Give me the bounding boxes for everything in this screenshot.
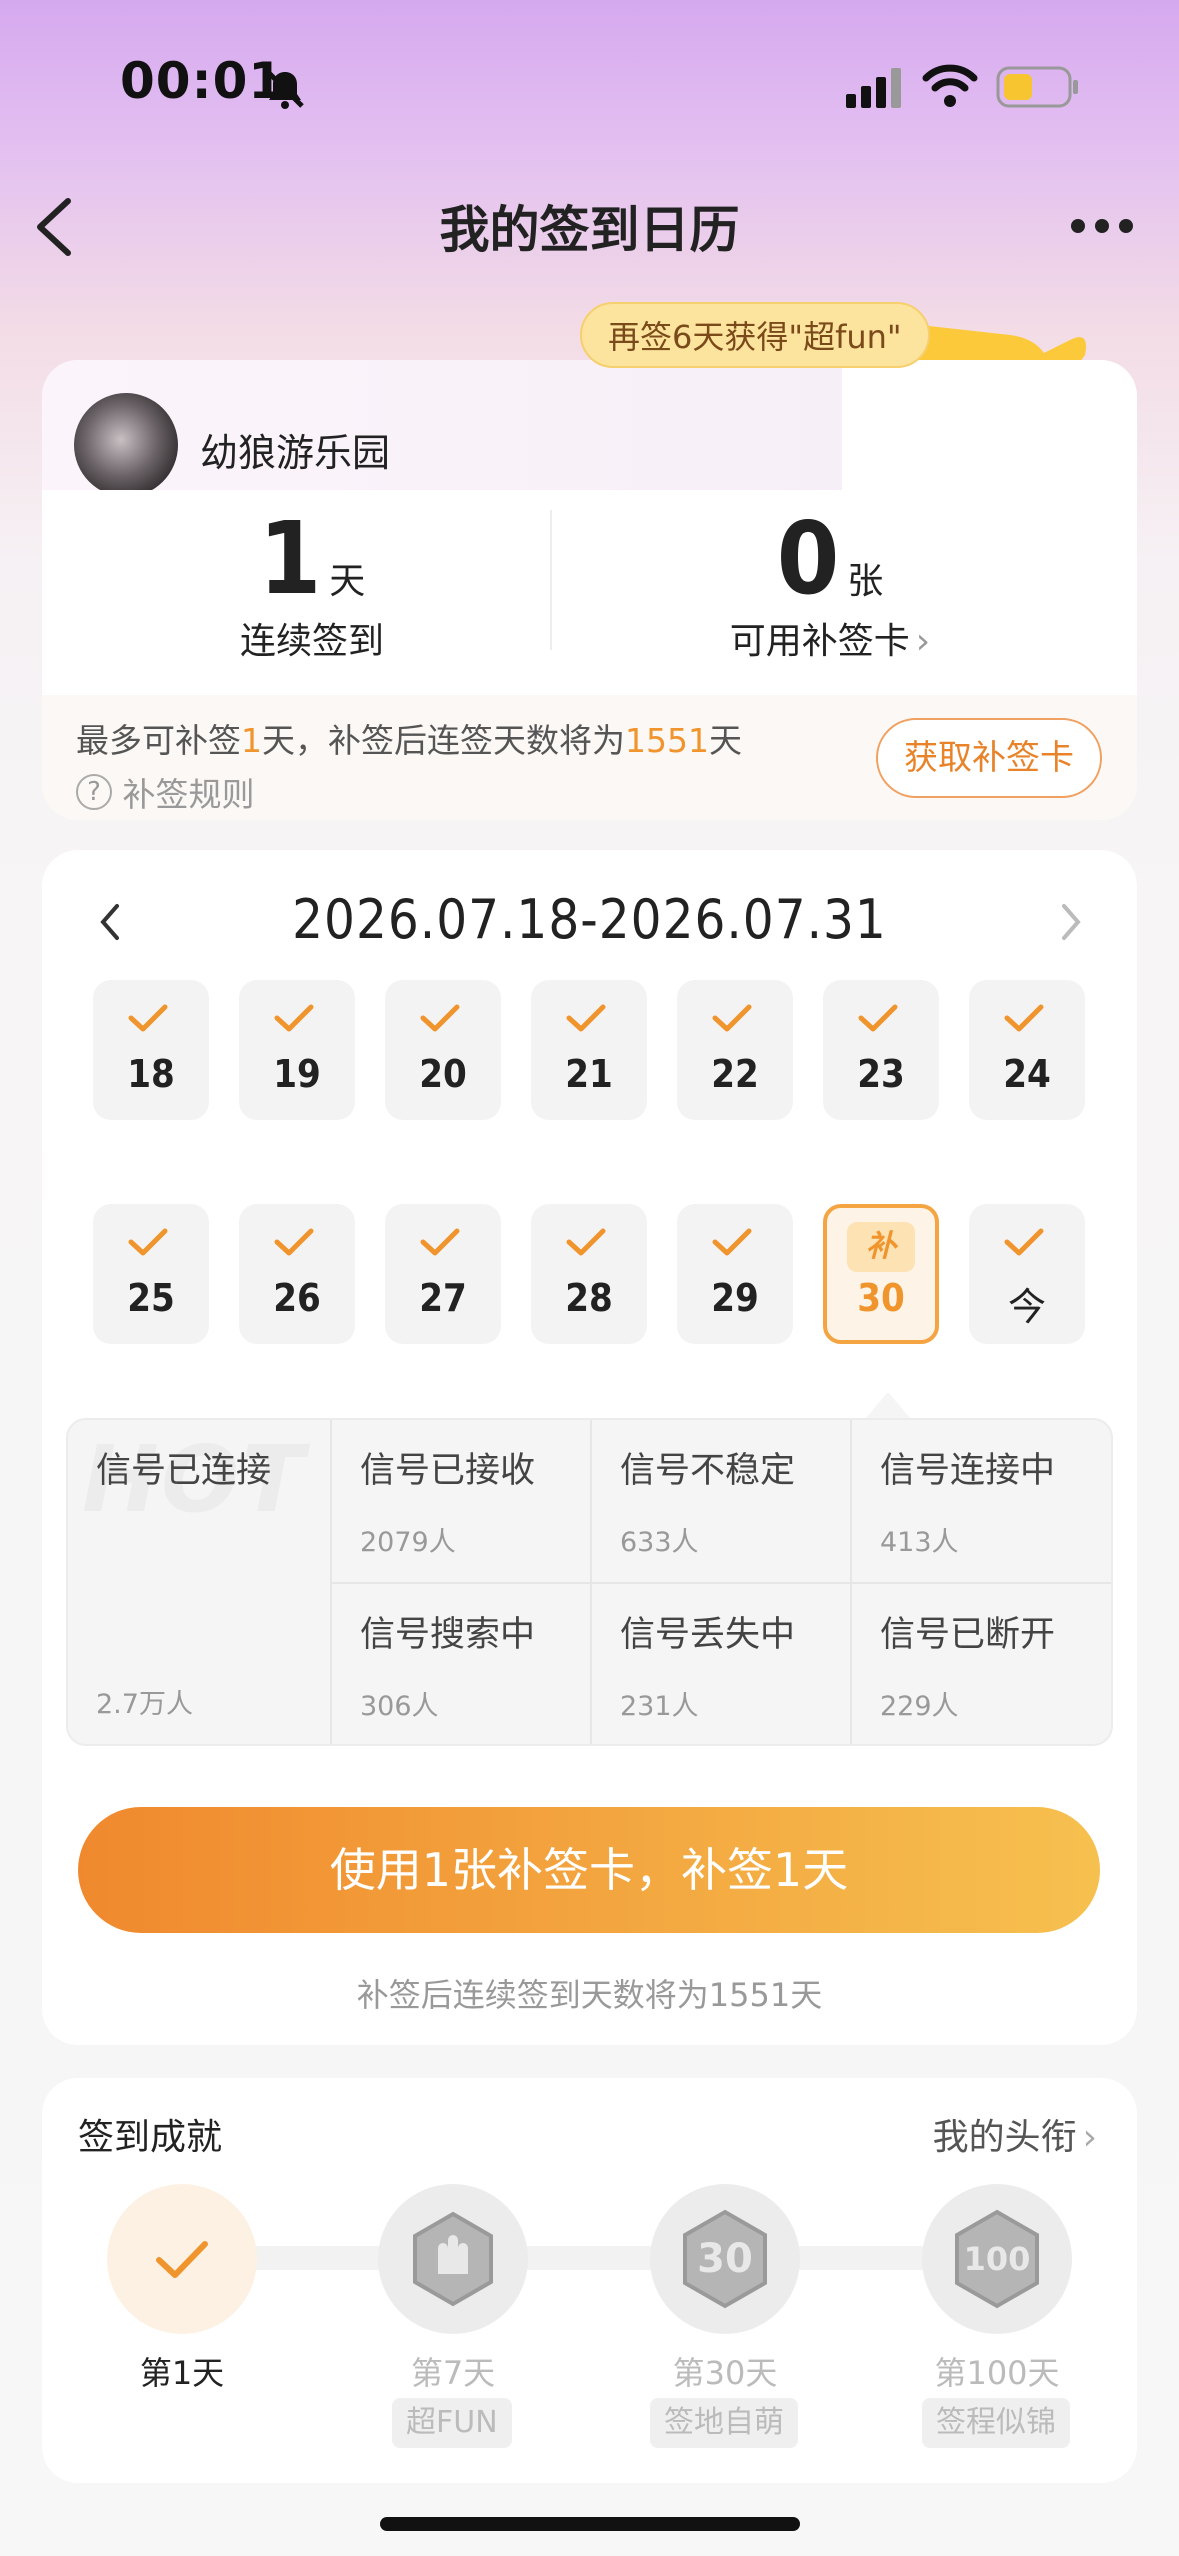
action-hint: 补签后连续签到天数将为1551天 xyxy=(356,1976,823,2014)
option[interactable]: 信号已断开 229人 xyxy=(852,1584,1111,1744)
day-cell[interactable]: 21 xyxy=(531,980,647,1120)
achievement-badge: 签地自萌 xyxy=(650,2398,798,2448)
chevron-right-icon: › xyxy=(1082,2117,1097,2158)
day-cell[interactable]: 29 xyxy=(677,1204,793,1344)
option[interactable]: 信号丢失中 231人 xyxy=(592,1584,852,1744)
day-cell[interactable]: 27 xyxy=(385,1204,501,1344)
achievement-label: 第100天 xyxy=(934,2354,1060,2392)
day-cell[interactable]: 18 xyxy=(93,980,209,1120)
achievement-label: 第1天 xyxy=(139,2354,225,2392)
check-icon xyxy=(858,1004,898,1032)
check-icon xyxy=(128,1004,168,1032)
progress-track xyxy=(180,2246,1000,2270)
check-icon xyxy=(128,1228,168,1256)
30-days-badge-icon: 30 xyxy=(683,2209,767,2309)
makeup-tag: 补 xyxy=(847,1222,915,1272)
check-icon xyxy=(1004,1228,1044,1256)
svg-text:100: 100 xyxy=(964,2240,1031,2278)
use-makeup-card-button[interactable]: 使用1张补签卡，补签1天 xyxy=(78,1807,1100,1933)
day-cell[interactable]: 25 xyxy=(93,1204,209,1344)
day-cell[interactable]: 19 xyxy=(239,980,355,1120)
super-fun-badge-icon xyxy=(413,2211,493,2307)
svg-text:30: 30 xyxy=(697,2236,753,2282)
option[interactable]: 信号已接收 2079人 xyxy=(332,1420,592,1584)
day-cell[interactable]: 22 xyxy=(677,980,793,1120)
check-icon xyxy=(712,1004,752,1032)
day-cell[interactable]: 24 xyxy=(969,980,1085,1120)
check-icon xyxy=(420,1228,460,1256)
option[interactable]: 信号不稳定 633人 xyxy=(592,1420,852,1584)
check-icon xyxy=(274,1004,314,1032)
option[interactable]: 信号搜索中 306人 xyxy=(332,1584,592,1744)
achievement-label: 第7天 xyxy=(410,2354,496,2392)
achievement-day30[interactable]: 30 xyxy=(650,2184,800,2334)
achievement-day100[interactable]: 100 xyxy=(922,2184,1072,2334)
100-days-badge-icon: 100 xyxy=(955,2209,1039,2309)
option[interactable]: 信号连接中 413人 xyxy=(852,1420,1111,1584)
achievements-title: 签到成就 xyxy=(78,2117,223,2158)
day-cell[interactable]: 28 xyxy=(531,1204,647,1344)
achievement-badge: 超FUN xyxy=(392,2398,512,2448)
signal-options: HOT 信号已连接 2.7万人 信号已接收 2079人 信号不稳定 633人 信号连… xyxy=(66,1418,1113,1746)
achievement-label: 第30天 xyxy=(672,2354,778,2392)
day-cell[interactable]: 20 xyxy=(385,980,501,1120)
check-icon xyxy=(1004,1004,1044,1032)
achievement-day7[interactable] xyxy=(378,2184,528,2334)
check-icon xyxy=(566,1228,606,1256)
my-title-link[interactable]: 我的头衔 › xyxy=(933,2108,1097,2160)
day-cell[interactable]: 26 xyxy=(239,1204,355,1344)
day-cell[interactable]: 23 xyxy=(823,980,939,1120)
day-cell-makeup-selected[interactable]: 补 30 xyxy=(823,1204,939,1344)
calendar-grid: 18 19 20 21 22 23 24 25 26 27 28 29 补 30… xyxy=(0,0,1179,1350)
pointer-triangle xyxy=(866,1392,910,1418)
check-icon xyxy=(712,1228,752,1256)
check-icon xyxy=(156,2241,208,2278)
check-icon xyxy=(274,1228,314,1256)
achievement-day1[interactable] xyxy=(107,2184,257,2334)
achievement-badge: 签程似锦 xyxy=(922,2398,1070,2448)
check-icon xyxy=(566,1004,606,1032)
check-icon xyxy=(420,1004,460,1032)
option-hot[interactable]: HOT 信号已连接 2.7万人 xyxy=(68,1420,332,1744)
home-indicator xyxy=(380,2517,800,2531)
day-cell-today[interactable]: 今 xyxy=(969,1204,1085,1344)
